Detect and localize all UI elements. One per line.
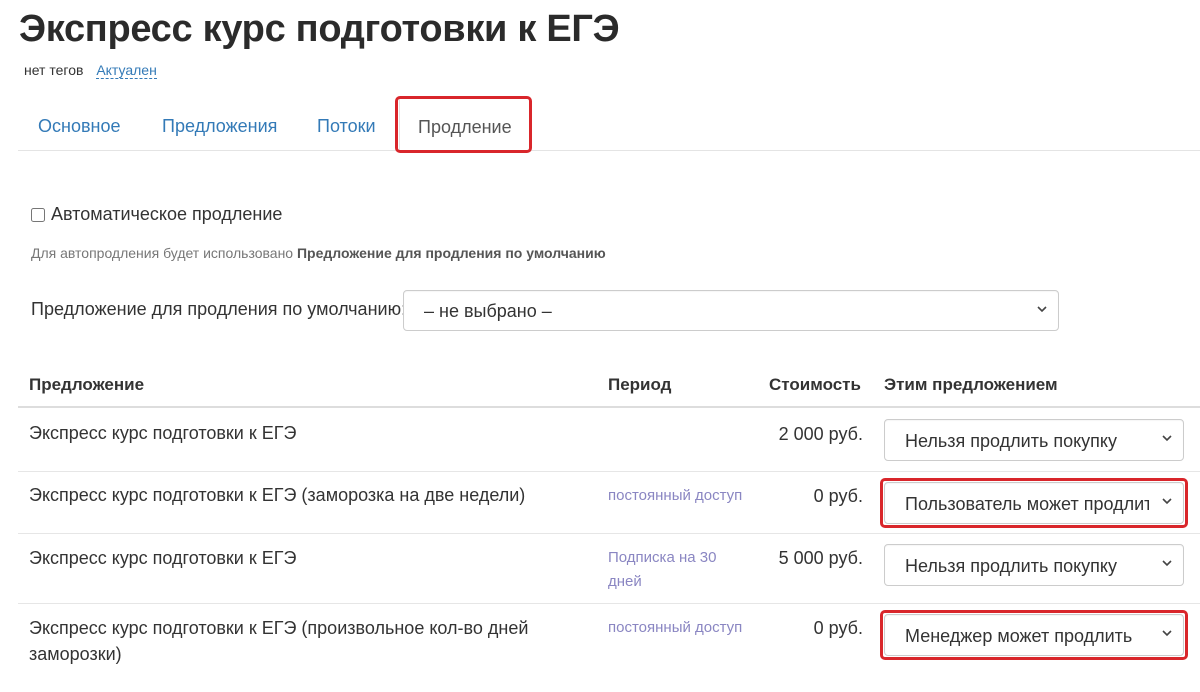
tags-label: нет тегов (24, 62, 84, 78)
offer-price: 0 руб. (813, 486, 863, 506)
renewal-action-value: Нельзя продлить покупку (905, 556, 1118, 576)
tab-streams[interactable]: Потоки (317, 98, 376, 151)
col-header-period: Период (608, 375, 672, 394)
offer-period: Подписка на 30 дней (608, 549, 717, 590)
col-header-price: Стоимость (769, 375, 861, 394)
offer-price: 2 000 руб. (778, 424, 863, 444)
offer-name: Экспресс курс подготовки к ЕГЭ (29, 423, 297, 443)
default-offer-label: Предложение для продления по умолчанию: (31, 299, 407, 319)
chevron-down-icon (1162, 560, 1172, 567)
renewal-action-select[interactable]: Пользователь может продлить (884, 482, 1184, 524)
auto-renew-option[interactable]: Автоматическое продление (31, 204, 282, 225)
renewal-action-select[interactable]: Нельзя продлить покупку (884, 419, 1184, 461)
tab-offers[interactable]: Предложения (162, 98, 277, 151)
renewal-action-value: Нельзя продлить покупку (905, 431, 1118, 451)
tab-bar: Основное Предложения Потоки Продление (18, 98, 1200, 152)
row-divider (18, 603, 1200, 604)
auto-renew-label: Автоматическое продление (51, 204, 283, 224)
tab-main[interactable]: Основное (38, 98, 120, 151)
default-offer-value: – не выбрано – (424, 301, 552, 321)
default-offer-select[interactable]: – не выбрано – (403, 290, 1059, 331)
auto-renew-hint: Для автопродления будет использовано Пре… (31, 245, 606, 261)
renewal-action-value: Менеджер может продлить (905, 626, 1133, 646)
chevron-down-icon (1037, 305, 1047, 312)
hint-bold-text: Предложение для продления по умолчанию (296, 245, 606, 261)
offer-name: Экспресс курс подготовки к ЕГЭ (заморозк… (29, 485, 526, 505)
renewal-action-value: Пользователь может продлить (905, 494, 1149, 514)
offer-price: 5 000 руб. (778, 548, 863, 568)
col-header-offer: Предложение (29, 375, 145, 394)
table-header-divider (18, 406, 1200, 408)
row-divider (18, 533, 1200, 534)
offer-period: постоянный доступ (608, 487, 743, 504)
meta-row: нет тегов Актуален (24, 62, 157, 79)
auto-renew-checkbox[interactable] (31, 207, 45, 222)
chevron-down-icon (1162, 498, 1172, 505)
col-header-action: Этим предложением (884, 375, 1058, 394)
tab-renewal[interactable]: Продление (399, 98, 531, 152)
offer-period: постоянный доступ (608, 619, 743, 636)
renewal-action-select[interactable]: Нельзя продлить покупку (884, 544, 1184, 586)
status-link[interactable]: Актуален (96, 62, 157, 79)
chevron-down-icon (1162, 630, 1172, 637)
offer-price: 0 руб. (813, 618, 863, 638)
page-title: Экспресс курс подготовки к ЕГЭ (19, 8, 620, 50)
chevron-down-icon (1162, 435, 1172, 442)
hint-text: Для автопродления будет использовано (31, 245, 297, 261)
offer-name: Экспресс курс подготовки к ЕГЭ (29, 548, 297, 568)
renewal-action-select[interactable]: Менеджер может продлить (884, 614, 1184, 656)
offer-name: Экспресс курс подготовки к ЕГЭ (произвол… (29, 618, 529, 664)
row-divider (18, 471, 1200, 472)
